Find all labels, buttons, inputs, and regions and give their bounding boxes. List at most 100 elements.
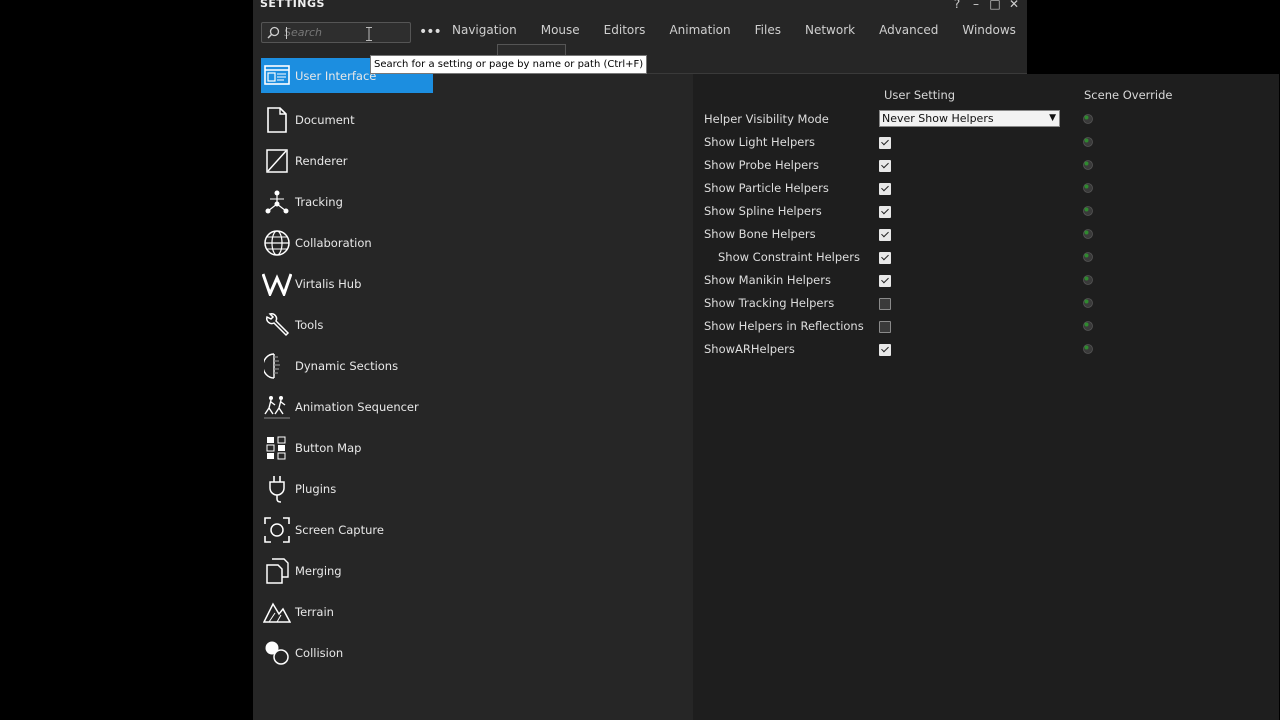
search-input[interactable]	[284, 25, 404, 40]
setting-label: Show Manikin Helpers	[704, 273, 831, 287]
sidebar-item-label: Dynamic Sections	[295, 358, 399, 373]
screen-capture-icon	[262, 516, 292, 544]
tracking-icon	[262, 188, 292, 216]
scene-override-icon[interactable]	[1082, 274, 1094, 286]
scene-override-header: Scene Override	[1084, 88, 1173, 102]
sidebar-item-animation-sequencer[interactable]: Animation Sequencer	[261, 386, 433, 427]
scene-override-icon[interactable]	[1082, 113, 1094, 125]
scene-override-icon[interactable]	[1082, 251, 1094, 263]
sidebar-item-label: Virtalis Hub	[295, 276, 362, 291]
sidebar-item-dynamic-sections[interactable]: Dynamic Sections	[261, 345, 433, 386]
scene-override-icon[interactable]	[1082, 205, 1094, 217]
window-title: SETTINGS	[260, 0, 325, 10]
search-box[interactable]	[261, 22, 411, 43]
scene-override-icon[interactable]	[1082, 297, 1094, 309]
dynamic-sections-icon	[262, 352, 292, 380]
search-icon	[267, 26, 280, 39]
scene-override-icon[interactable]	[1082, 343, 1094, 355]
tab-files[interactable]: Files	[743, 18, 793, 42]
setting-checkbox[interactable]	[879, 183, 891, 195]
setting-row-show-tracking-helpers: Show Tracking Helpers	[693, 293, 1279, 316]
renderer-icon	[262, 147, 292, 175]
setting-label: Show Constraint Helpers	[718, 250, 860, 264]
collision-icon	[262, 639, 292, 667]
setting-label: Show Probe Helpers	[704, 158, 819, 172]
tab-animation[interactable]: Animation	[657, 18, 742, 42]
tab-mouse[interactable]: Mouse	[529, 18, 592, 42]
setting-row-show-spline-helpers: Show Spline Helpers	[693, 201, 1279, 224]
helper-visibility-label: Helper Visibility Mode	[704, 112, 829, 126]
setting-row-show-bone-helpers: Show Bone Helpers	[693, 224, 1279, 247]
virtalis-logo-icon	[262, 270, 292, 298]
animation-sequencer-icon	[262, 393, 292, 421]
helper-visibility-row: Helper Visibility Mode Never Show Helper…	[693, 109, 1279, 132]
tab-indicator	[497, 44, 566, 55]
setting-row-show-probe-helpers: Show Probe Helpers	[693, 155, 1279, 178]
setting-checkbox[interactable]	[879, 275, 891, 287]
sidebar-item-button-map[interactable]: Button Map	[261, 427, 433, 468]
sidebar-item-label: Collision	[295, 645, 344, 660]
sidebar-item-label: Tracking	[295, 194, 343, 209]
setting-row-show-constraint-helpers: Show Constraint Helpers	[693, 247, 1279, 270]
dropdown-arrow-icon: ▼	[1049, 113, 1056, 123]
tab-windows[interactable]: Windows	[950, 18, 1028, 42]
sidebar-item-label: Renderer	[295, 153, 348, 168]
scene-override-icon[interactable]	[1082, 182, 1094, 194]
tab-network[interactable]: Network	[793, 18, 867, 42]
sidebar-item-renderer[interactable]: Renderer	[261, 140, 433, 181]
sidebar-item-label: User Interface	[295, 68, 377, 83]
sidebar-item-label: Tools	[295, 317, 324, 332]
setting-label: Show Bone Helpers	[704, 227, 816, 241]
setting-checkbox[interactable]	[879, 229, 891, 241]
user-interface-icon	[262, 62, 292, 90]
tab-editors[interactable]: Editors	[592, 18, 658, 42]
scene-override-icon[interactable]	[1082, 228, 1094, 240]
setting-checkbox[interactable]	[879, 206, 891, 218]
sidebar-item-plugins[interactable]: Plugins	[261, 468, 433, 509]
setting-row-show-light-helpers: Show Light Helpers	[693, 132, 1279, 155]
setting-label: Show Helpers in Reflections	[704, 319, 864, 333]
setting-row-show-helpers-in-reflections: Show Helpers in Reflections	[693, 316, 1279, 339]
sidebar-item-label: Document	[295, 112, 355, 127]
scene-override-icon[interactable]	[1082, 320, 1094, 332]
merging-icon	[262, 557, 292, 585]
sidebar-item-merging[interactable]: Merging	[261, 550, 433, 591]
sidebar-item-terrain[interactable]: Terrain	[261, 591, 433, 632]
sidebar-item-label: Button Map	[295, 440, 362, 455]
sidebar-item-label: Merging	[295, 563, 342, 578]
tab-navigation[interactable]: Navigation	[440, 18, 529, 42]
setting-label: Show Tracking Helpers	[704, 296, 835, 310]
sidebar-item-tracking[interactable]: Tracking	[261, 181, 433, 222]
scene-override-icon[interactable]	[1082, 159, 1094, 171]
tab-advanced[interactable]: Advanced	[867, 18, 950, 42]
scene-override-icon[interactable]	[1082, 136, 1094, 148]
more-options-button[interactable]: •••	[419, 24, 442, 40]
search-tooltip: Search for a setting or page by name or …	[370, 55, 648, 74]
sidebar-item-label: Plugins	[295, 481, 337, 496]
sidebar-item-tools[interactable]: Tools	[261, 304, 433, 345]
tab-bar: Navigation Mouse Editors Animation Files Netw…	[440, 18, 1028, 42]
sidebar-item-collision[interactable]: Collision	[261, 632, 433, 673]
setting-row-show-manikin-helpers: Show Manikin Helpers	[693, 270, 1279, 293]
sidebar-item-collaboration[interactable]: Collaboration	[261, 222, 433, 263]
text-caret	[286, 27, 287, 39]
helper-visibility-dropdown[interactable]: Never Show Helpers ▼	[879, 110, 1060, 127]
setting-checkbox[interactable]	[879, 252, 891, 264]
helper-visibility-value: Never Show Helpers	[882, 112, 994, 125]
close-button[interactable]: ✕	[1007, 0, 1021, 11]
maximize-button[interactable]: □	[988, 0, 1002, 11]
terrain-icon	[262, 598, 292, 626]
plug-icon	[262, 475, 292, 503]
sidebar-item-document[interactable]: Document	[261, 99, 433, 140]
setting-checkbox[interactable]	[879, 137, 891, 149]
sidebar: User Interface Document Renderer Tracking Co…	[261, 58, 433, 673]
setting-label: Show Particle Helpers	[704, 181, 829, 195]
sidebar-item-virtalis-hub[interactable]: Virtalis Hub	[261, 263, 433, 304]
setting-checkbox[interactable]	[879, 298, 891, 310]
sidebar-item-screen-capture[interactable]: Screen Capture	[261, 509, 433, 550]
setting-checkbox[interactable]	[879, 344, 891, 356]
setting-checkbox[interactable]	[879, 321, 891, 333]
help-button[interactable]: ?	[950, 0, 964, 11]
minimize-button[interactable]: –	[969, 0, 983, 11]
setting-checkbox[interactable]	[879, 160, 891, 172]
